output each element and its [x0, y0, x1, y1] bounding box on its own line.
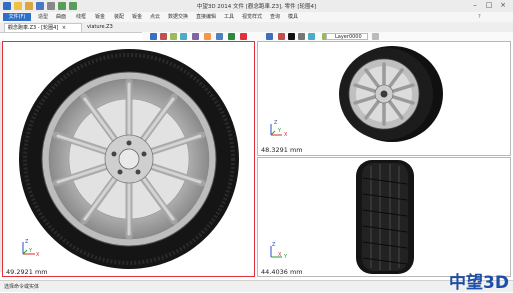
line-style-icon[interactable]: [298, 33, 305, 40]
wheel-iso-render: [339, 46, 443, 142]
tab-label: 觀念跑車.Z3 - [轮圈4]: [8, 25, 59, 31]
tire-tread-render: [356, 160, 414, 274]
menu-item[interactable]: 视觉样式: [242, 13, 262, 21]
tab-label: viature.Z3: [87, 24, 113, 30]
axis-y-label: Y: [284, 254, 288, 260]
tab-document-active[interactable]: 觀念跑車.Z3 - [轮圈4] ×: [4, 23, 82, 32]
viewport-scale: 49.2921 mm: [6, 268, 48, 276]
measure-icon[interactable]: [240, 33, 247, 40]
status-prompt: 选择命令或实体: [4, 284, 40, 290]
pen-icon[interactable]: [160, 33, 167, 40]
layer-select[interactable]: Layer0000: [326, 33, 368, 40]
menu-item[interactable]: 查询: [270, 13, 280, 21]
view-toolbar: Layer0000: [142, 32, 513, 41]
menu-file[interactable]: 文件(F): [3, 13, 31, 21]
viewport-scale: 44.4036 mm: [261, 268, 303, 276]
viewport-split-icon[interactable]: [266, 33, 273, 40]
viewport-isometric[interactable]: Z X Y 48.3291 mm: [257, 41, 511, 156]
menu-item[interactable]: 造型: [38, 13, 48, 21]
brand-logo: 中望3D: [449, 273, 509, 293]
chevron-down-icon[interactable]: [372, 33, 379, 40]
section-icon[interactable]: [216, 33, 223, 40]
viewport-front[interactable]: Z X Y 49.2921 mm: [2, 41, 255, 277]
menu-item[interactable]: 曲面: [56, 13, 66, 21]
status-bar: 选择命令或实体: [0, 280, 513, 292]
axis-x-label: X: [284, 132, 288, 138]
menu-item[interactable]: 模具: [288, 13, 298, 21]
axis-z-label: Z: [25, 239, 29, 245]
menu-item[interactable]: 数据交换: [168, 13, 188, 21]
window-title: 中望3D 2014 文件 [觀念跑車.Z3], 零件 [轮圈4]: [196, 4, 317, 10]
color-swatch-icon[interactable]: [288, 33, 295, 40]
tab-document[interactable]: viature.Z3: [84, 23, 140, 32]
menu-item[interactable]: 点云: [150, 13, 160, 21]
view-cube-icon[interactable]: [150, 33, 157, 40]
wheel-front-render: [19, 49, 239, 269]
menu-item[interactable]: 直接编辑: [196, 13, 216, 21]
title-bar: 中望3D 2014 文件 [觀念跑車.Z3], 零件 [轮圈4] – □ ×: [0, 0, 513, 12]
axis-y-label: Y: [29, 248, 33, 254]
axis-y-label: Y: [278, 128, 282, 134]
viewport-side[interactable]: Z Y X 44.4036 mm: [257, 157, 511, 277]
line-width-icon[interactable]: [308, 33, 315, 40]
menu-item[interactable]: 装配: [114, 13, 124, 21]
menu-item[interactable]: 线框: [76, 13, 86, 21]
axis-x-label: X: [278, 252, 282, 258]
menu-item[interactable]: 钣金: [95, 13, 105, 21]
close-icon[interactable]: ×: [498, 1, 508, 10]
axis-z-label: Z: [272, 242, 276, 248]
shading-icon[interactable]: [204, 33, 211, 40]
axis-x-label: X: [36, 252, 40, 258]
maximize-icon[interactable]: □: [484, 1, 494, 10]
close-tab-icon[interactable]: ×: [62, 25, 66, 31]
layer-value: Layer0000: [335, 34, 362, 40]
help-icon[interactable]: ?: [478, 13, 481, 21]
minimize-icon[interactable]: –: [470, 1, 480, 10]
axis-triad-icon: [270, 246, 282, 258]
menu-item[interactable]: 工具: [224, 13, 234, 21]
view-orient-icon[interactable]: [192, 33, 199, 40]
viewport-scale: 48.3291 mm: [261, 146, 303, 154]
hide-show-icon[interactable]: [278, 33, 285, 40]
select-filter-icon[interactable]: [170, 33, 177, 40]
menu-item[interactable]: 钣金: [132, 13, 142, 21]
axis-z-label: Z: [274, 120, 278, 126]
grid-icon[interactable]: [228, 33, 235, 40]
render-mode-icon[interactable]: [180, 33, 187, 40]
